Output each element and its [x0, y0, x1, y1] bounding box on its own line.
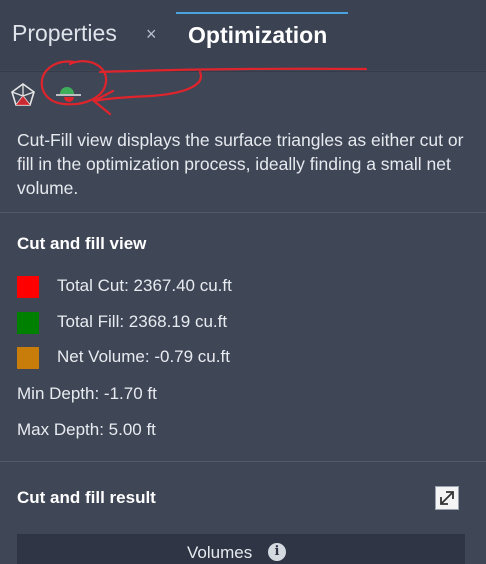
total-fill-swatch [17, 312, 39, 334]
total-cut-swatch [17, 276, 39, 298]
info-icon[interactable]: i [268, 543, 286, 561]
description-text: Cut-Fill view displays the surface trian… [17, 130, 464, 198]
expand-icon[interactable] [435, 486, 459, 510]
total-fill-label: Total Fill: 2368.19 cu.ft [57, 312, 228, 331]
tab-bar: Properties × Optimization [0, 0, 486, 70]
total-cut-label: Total Cut: 2367.40 cu.ft [57, 276, 232, 295]
cut-fill-view-title: Cut and fill view [17, 234, 147, 253]
cut-fill-icon[interactable] [54, 82, 82, 108]
volumes-label: Volumes [187, 543, 253, 562]
max-depth-label: Max Depth: 5.00 ft [17, 420, 156, 439]
cut-fill-result-title: Cut and fill result [17, 488, 156, 507]
close-icon[interactable]: × [146, 24, 157, 45]
net-volume-swatch [17, 347, 39, 369]
tab-optimization-label: Optimization [188, 22, 328, 48]
divider [0, 461, 486, 462]
tab-properties[interactable]: Properties [12, 20, 117, 47]
toolbar [0, 71, 486, 116]
net-volume-label: Net Volume: -0.79 cu.ft [57, 347, 230, 366]
min-depth-label: Min Depth: -1.70 ft [17, 384, 157, 403]
volumes-header[interactable]: Volumes i [17, 534, 465, 564]
surface-mesh-icon[interactable] [10, 82, 38, 108]
tab-optimization[interactable]: Optimization [176, 12, 348, 72]
divider [0, 212, 486, 213]
